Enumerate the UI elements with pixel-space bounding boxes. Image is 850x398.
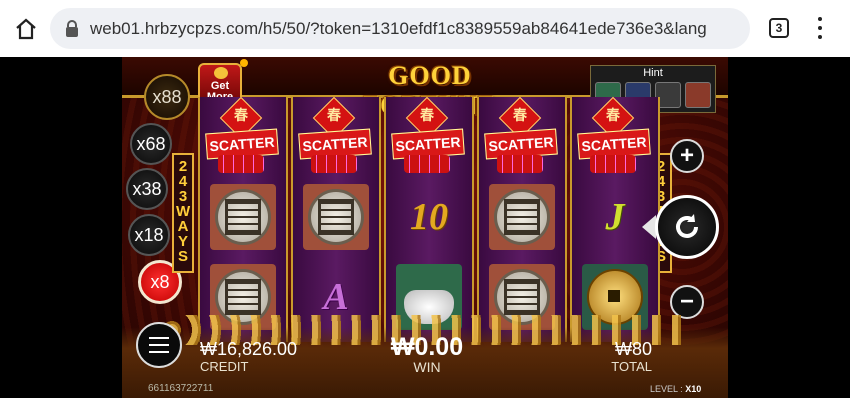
level-value: X10 bbox=[685, 384, 702, 394]
reel-area: 春 SCATTER 春 SCATTER A 春 SCATTER 10 春 SCA… bbox=[198, 96, 668, 342]
refresh-icon bbox=[676, 214, 698, 238]
win-value: ₩0.00 bbox=[390, 333, 464, 361]
total-bet-value: ₩80 bbox=[614, 339, 652, 359]
credit-label: CREDIT bbox=[200, 359, 249, 374]
reel-2: 春 SCATTER A bbox=[291, 96, 381, 342]
level-label: LEVEL : bbox=[650, 384, 683, 394]
spin-button[interactable] bbox=[655, 195, 719, 259]
win-label: WIN bbox=[413, 359, 441, 375]
scatter-symbol: 春 SCATTER bbox=[200, 96, 286, 177]
spin-arrow-icon bbox=[642, 215, 656, 239]
right-margin bbox=[728, 57, 850, 398]
coin-maze-symbol bbox=[293, 177, 379, 257]
scatter-symbol: 春 SCATTER bbox=[572, 96, 658, 177]
ways-label-left: 243WAYS bbox=[172, 153, 194, 273]
more-menu-icon[interactable] bbox=[812, 14, 828, 42]
multiplier-x88: x88 bbox=[144, 74, 190, 120]
ways-text: 243WAYS bbox=[176, 158, 191, 265]
multiplier-x68: x68 bbox=[130, 123, 172, 165]
menu-button[interactable] bbox=[136, 322, 182, 368]
notification-dot bbox=[240, 59, 248, 67]
level-indicator: LEVEL : X10 bbox=[650, 384, 701, 394]
hint-coin-icon bbox=[685, 82, 711, 108]
gift-icon bbox=[214, 67, 228, 79]
multiplier-x38: x38 bbox=[126, 168, 168, 210]
session-id: 661163722711 bbox=[148, 383, 214, 394]
credit-value: ₩16,826.00 bbox=[200, 339, 298, 359]
multiplier-x18: x18 bbox=[128, 214, 170, 256]
scatter-symbol: 春 SCATTER bbox=[293, 96, 379, 177]
browser-toolbar: web01.hrbzycpzs.com/h5/50/?token=1310efd… bbox=[0, 0, 850, 57]
number-10-symbol: 10 bbox=[410, 196, 448, 238]
hint-label: Hint bbox=[643, 67, 663, 79]
total-bet-label: TOTAL bbox=[611, 359, 652, 374]
slot-game: GOOD FORTUNE Get More Hint x88 x68 x38 x… bbox=[122, 57, 728, 398]
coin-maze-symbol bbox=[479, 177, 565, 257]
address-bar[interactable]: web01.hrbzycpzs.com/h5/50/?token=1310efd… bbox=[50, 8, 750, 49]
reel-3: 春 SCATTER 10 bbox=[384, 96, 474, 342]
url-text[interactable]: web01.hrbzycpzs.com/h5/50/?token=1310efd… bbox=[90, 19, 740, 39]
bet-increase-button[interactable]: + bbox=[670, 139, 704, 173]
scatter-symbol: 春 SCATTER bbox=[386, 96, 472, 177]
reel-4: 春 SCATTER bbox=[477, 96, 567, 342]
coin-maze-symbol bbox=[200, 177, 286, 257]
bet-decrease-button[interactable]: − bbox=[670, 285, 704, 319]
reel-1: 春 SCATTER bbox=[198, 96, 288, 342]
lock-icon bbox=[66, 19, 78, 37]
home-icon[interactable] bbox=[12, 15, 40, 43]
left-margin bbox=[0, 57, 122, 398]
tab-switcher-button[interactable]: 3 bbox=[769, 18, 789, 38]
scatter-symbol: 春 SCATTER bbox=[479, 96, 565, 177]
